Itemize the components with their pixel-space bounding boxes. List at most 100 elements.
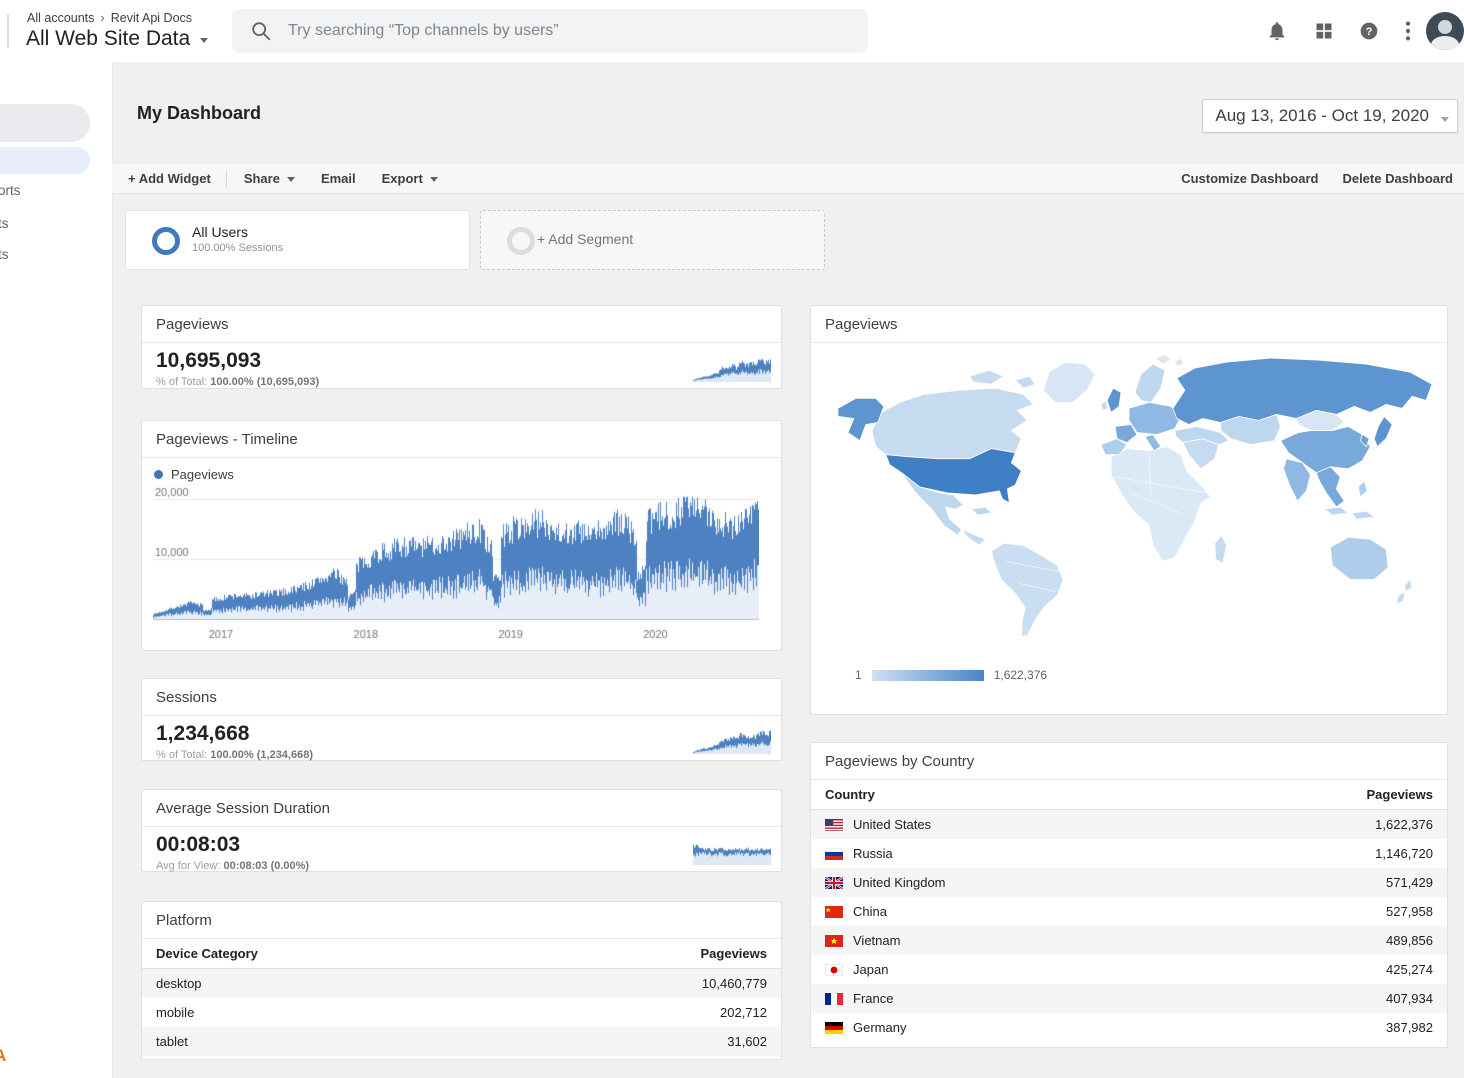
flag-ru-icon: [825, 848, 843, 860]
segment-ring-icon: [152, 227, 180, 255]
device-category-cell: desktop: [156, 976, 202, 991]
column-pageviews: Pageviews: [1367, 787, 1434, 802]
world-choropleth-map[interactable]: [820, 346, 1438, 658]
left-nav: orts ts ts A: [0, 62, 112, 1078]
customize-dashboard-button[interactable]: Customize Dashboard: [1181, 171, 1318, 186]
chart-legend: Pageviews: [142, 458, 781, 485]
sidebar-item-pill[interactable]: [0, 104, 90, 142]
table-header: Device Category Pageviews: [142, 939, 781, 969]
duration-sparkline-canvas: [693, 839, 771, 865]
search-input[interactable]: [286, 21, 830, 41]
email-button[interactable]: Email: [321, 171, 356, 186]
pageviews-cell: 202,712: [720, 1005, 767, 1020]
timeline-chart-canvas[interactable]: [153, 485, 759, 643]
export-button[interactable]: Export: [382, 171, 438, 186]
widget-sessions-metric: Sessions 1,234,668 % of Total: 100.00% (…: [141, 678, 782, 761]
bell-icon[interactable]: [1265, 20, 1289, 42]
device-category-cell: tablet: [156, 1034, 188, 1049]
country-cell: Vietnam: [825, 933, 900, 948]
map-region-new-zealand: [1396, 579, 1412, 603]
apps-grid-icon[interactable]: [1312, 21, 1336, 41]
widget-title: Pageviews: [142, 306, 781, 342]
sidebar-item-pill-active[interactable]: [0, 147, 90, 174]
legend-gradient-bar: [872, 670, 984, 681]
table-row: mobile 202,712: [142, 998, 781, 1027]
flag-fr-icon: [825, 993, 843, 1005]
flag-de-icon: [825, 1022, 843, 1034]
country-cell: Russia: [825, 846, 893, 861]
device-category-cell: mobile: [156, 1005, 194, 1020]
map-region-australia: [1330, 537, 1388, 579]
breadcrumb-all-accounts[interactable]: All accounts: [27, 11, 94, 25]
breadcrumb-separator: ›: [100, 10, 104, 25]
pageviews-cell: 10,460,779: [702, 976, 767, 991]
table-row: tablet31,602: [142, 1027, 781, 1056]
breadcrumb-account[interactable]: Revit Api Docs: [111, 11, 192, 25]
country-cell: United States: [825, 817, 931, 832]
map-region-arctic-islands: [970, 370, 1036, 388]
segment-all-users[interactable]: All Users 100.00% Sessions: [125, 210, 470, 270]
pageviews-cell: 527,958: [1386, 904, 1433, 919]
avatar-figure: [1438, 20, 1452, 34]
widget-avg-session-duration: Average Session Duration 00:08:03 Avg fo…: [141, 789, 782, 872]
widget-title: Platform: [142, 902, 781, 938]
legend-max: 1,622,376: [994, 668, 1047, 682]
pageviews-cell: 387,982: [1386, 1020, 1433, 1035]
dashboard-toolbar: + Add Widget Share Email Export Customiz…: [112, 163, 1464, 194]
legend-label: Pageviews: [171, 467, 234, 482]
widget-title: Average Session Duration: [142, 790, 781, 826]
pageviews-cell: 407,934: [1386, 991, 1433, 1006]
delete-dashboard-button[interactable]: Delete Dashboard: [1342, 171, 1453, 186]
help-icon[interactable]: ?: [1359, 21, 1379, 41]
table-row: United Kingdom571,429: [811, 868, 1447, 897]
widget-pageviews-timeline: Pageviews - Timeline Pageviews: [141, 420, 782, 651]
map-region-madagascar: [1215, 535, 1227, 563]
flag-cn-icon: [825, 906, 843, 918]
sidebar-item[interactable]: ts: [0, 216, 9, 231]
add-widget-button[interactable]: + Add Widget: [128, 171, 211, 186]
platform-table-body: desktop 10,460,779 mobile 202,712 tablet31,6…: [142, 969, 781, 1056]
legend-dot-icon: [154, 470, 163, 479]
pageviews-cell: 1,146,720: [1375, 846, 1433, 861]
widget-title: Pageviews - Timeline: [142, 421, 781, 457]
widget-title: Pageviews: [811, 306, 1447, 342]
search-icon: [250, 20, 272, 42]
metric-footnote: % of Total: 100.00% (10,695,093): [142, 373, 781, 391]
date-range-selector[interactable]: Aug 13, 2016 - Oct 19, 2020: [1202, 99, 1458, 133]
column-country: Country: [825, 787, 875, 802]
map-region-se-asia: [1316, 467, 1344, 507]
sidebar-item[interactable]: ts: [0, 247, 9, 262]
metric-value: 10,695,093: [142, 343, 781, 373]
country-table-body: United States1,622,376Russia1,146,720Uni…: [811, 810, 1447, 1042]
country-cell: United Kingdom: [825, 875, 946, 890]
table-row: Japan425,274: [811, 955, 1447, 984]
pageviews-sparkline-canvas: [693, 356, 771, 382]
property-selector[interactable]: All Web Site Data: [26, 27, 208, 51]
page-title: My Dashboard: [137, 103, 261, 124]
add-segment-label: + Add Segment: [537, 231, 633, 247]
widget-title: Pageviews by Country: [811, 743, 1447, 779]
metric-value: 00:08:03: [142, 827, 781, 857]
legend-min: 1: [855, 668, 862, 682]
table-header: Country Pageviews: [811, 780, 1447, 810]
user-avatar[interactable]: [1426, 12, 1464, 50]
chevron-down-icon: [430, 177, 438, 182]
sidebar-item-reports[interactable]: orts: [0, 183, 21, 198]
country-cell: France: [825, 991, 893, 1006]
flag-jp-icon: [825, 964, 843, 976]
table-row: Vietnam489,856: [811, 926, 1447, 955]
widget-pageviews-metric: Pageviews 10,695,093 % of Total: 100.00%…: [141, 305, 782, 389]
more-vert-icon[interactable]: [1402, 20, 1414, 42]
share-button[interactable]: Share: [244, 171, 295, 186]
search-bar[interactable]: [232, 9, 868, 53]
segment-detail: 100.00% Sessions: [192, 242, 283, 254]
widget-title: Sessions: [142, 679, 781, 715]
svg-text:?: ?: [1366, 26, 1373, 38]
map-region-svalbard: [1155, 354, 1184, 366]
sessions-sparkline-canvas: [693, 728, 771, 754]
map-region-middle-east: [1183, 439, 1219, 469]
metric-footnote: % of Total: 100.00% (1,234,668): [142, 746, 781, 764]
segment-name: All Users: [192, 224, 248, 240]
add-segment-button[interactable]: + Add Segment: [480, 210, 825, 270]
map-region-south-america: [991, 543, 1063, 636]
